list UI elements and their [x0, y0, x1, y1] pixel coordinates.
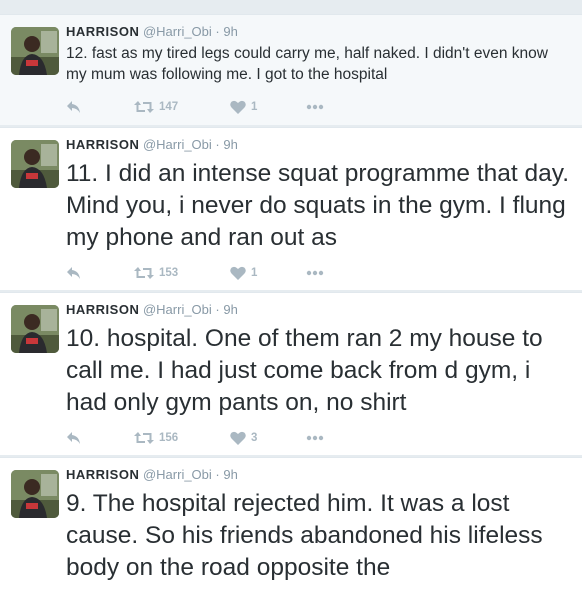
- retweet-button[interactable]: 147: [134, 97, 178, 117]
- like-count: 1: [251, 101, 258, 113]
- like-count: 1: [251, 267, 258, 279]
- more-icon: [306, 270, 324, 276]
- separator-dot: ·: [215, 24, 220, 39]
- tweet-item[interactable]: HARRISON @Harri_Obi · 9h 11. I did an in…: [0, 127, 582, 290]
- tweet-header: HARRISON @Harri_Obi · 9h: [66, 136, 238, 154]
- heart-icon: [230, 266, 246, 280]
- tweet-timestamp[interactable]: 9h: [223, 302, 237, 317]
- tweet-timestamp[interactable]: 9h: [223, 24, 237, 39]
- more-icon: [306, 435, 324, 441]
- timeline: HARRISON @Harri_Obi · 9h 12. fast as my …: [0, 0, 582, 591]
- author-handle[interactable]: @Harri_Obi: [143, 467, 212, 482]
- tweet-header: HARRISON @Harri_Obi · 9h: [66, 301, 238, 319]
- retweet-button[interactable]: 153: [134, 263, 178, 283]
- avatar[interactable]: [11, 140, 59, 188]
- author-name[interactable]: HARRISON: [66, 467, 139, 482]
- more-icon: [306, 104, 324, 110]
- tweet-text: 9. The hospital rejected him. It was a l…: [66, 490, 543, 581]
- author-handle[interactable]: @Harri_Obi: [143, 24, 212, 39]
- separator-dot: ·: [215, 467, 220, 482]
- avatar[interactable]: [11, 27, 59, 75]
- author-name[interactable]: HARRISON: [66, 24, 139, 39]
- reply-button[interactable]: [66, 263, 82, 283]
- author-name[interactable]: HARRISON: [66, 137, 139, 152]
- retweet-count: 153: [159, 267, 179, 279]
- reply-icon: [66, 266, 82, 280]
- avatar[interactable]: [11, 470, 59, 518]
- tweet-text: 12. fast as my tired legs could carry me…: [66, 45, 548, 83]
- retweet-button[interactable]: 156: [134, 428, 178, 448]
- tweet-item[interactable]: HARRISON @Harri_Obi · 9h 12. fast as my …: [0, 14, 582, 125]
- tweet-timestamp[interactable]: 9h: [223, 467, 237, 482]
- reply-button[interactable]: [66, 97, 82, 117]
- retweet-count: 156: [159, 432, 179, 444]
- tweet-item[interactable]: HARRISON @Harri_Obi · 9h 10. hospital. O…: [0, 292, 582, 455]
- reply-icon: [66, 100, 82, 114]
- avatar[interactable]: [11, 305, 59, 353]
- tweet-text: 11. I did an intense squat programme tha…: [66, 160, 570, 251]
- tweet-text: 10. hospital. One of them ran 2 my house…: [66, 325, 543, 416]
- retweet-icon: [134, 266, 154, 280]
- reply-button[interactable]: [66, 428, 82, 448]
- more-button[interactable]: [306, 263, 324, 283]
- retweet-icon: [134, 100, 154, 114]
- tweet-timestamp[interactable]: 9h: [223, 137, 237, 152]
- separator-dot: ·: [215, 302, 220, 317]
- reply-icon: [66, 431, 82, 445]
- like-button[interactable]: 1: [230, 97, 257, 117]
- like-button[interactable]: 3: [230, 428, 257, 448]
- retweet-icon: [134, 431, 154, 445]
- tweet-actions: 147 1: [66, 97, 346, 117]
- heart-icon: [230, 100, 246, 114]
- author-handle[interactable]: @Harri_Obi: [143, 137, 212, 152]
- tweet-header: HARRISON @Harri_Obi · 9h: [66, 466, 238, 484]
- tweet-item[interactable]: HARRISON @Harri_Obi · 9h 9. The hospital…: [0, 457, 582, 591]
- tweet-actions: 153 1: [66, 263, 346, 283]
- author-name[interactable]: HARRISON: [66, 302, 139, 317]
- author-handle[interactable]: @Harri_Obi: [143, 302, 212, 317]
- like-button[interactable]: 1: [230, 263, 257, 283]
- heart-icon: [230, 431, 246, 445]
- like-count: 3: [251, 432, 258, 444]
- tweet-actions: 156 3: [66, 428, 346, 448]
- retweet-count: 147: [159, 101, 179, 113]
- more-button[interactable]: [306, 428, 324, 448]
- more-button[interactable]: [306, 97, 324, 117]
- separator-dot: ·: [215, 137, 220, 152]
- tweet-header: HARRISON @Harri_Obi · 9h: [66, 23, 238, 41]
